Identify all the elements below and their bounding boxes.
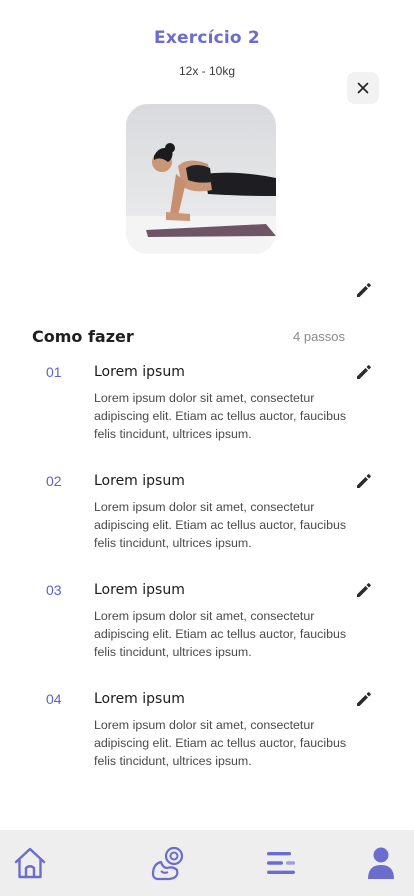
step-description: Lorem ipsum dolor sit amet, consectetur …	[94, 391, 347, 441]
close-button[interactable]	[347, 72, 379, 104]
step-title: Lorem ipsum	[94, 473, 185, 489]
list-item: 01 Lorem ipsum Lorem ipsum dolor sit ame…	[0, 364, 414, 464]
step-number: 04	[46, 691, 62, 707]
step-description: Lorem ipsum dolor sit amet, consectetur …	[94, 718, 347, 768]
workout-icon	[151, 846, 184, 881]
tab-menu[interactable]	[262, 844, 300, 882]
menu-icon	[267, 852, 295, 874]
close-icon	[357, 82, 369, 94]
tab-workout[interactable]	[149, 844, 187, 882]
tab-profile[interactable]	[362, 844, 400, 882]
step-title: Lorem ipsum	[94, 364, 185, 380]
step-number: 01	[46, 364, 62, 380]
step-title: Lorem ipsum	[94, 582, 185, 598]
tab-home[interactable]	[11, 844, 49, 882]
list-item: 04 Lorem ipsum Lorem ipsum dolor sit ame…	[0, 691, 414, 791]
steps-count: 4 passos	[293, 329, 346, 344]
list-item: 03 Lorem ipsum Lorem ipsum dolor sit ame…	[0, 582, 414, 682]
profile-icon	[368, 847, 394, 879]
pencil-icon[interactable]	[355, 281, 373, 299]
bottom-tab-bar	[0, 830, 414, 896]
step-number: 03	[46, 582, 62, 598]
step-number: 02	[46, 473, 62, 489]
step-title: Lorem ipsum	[94, 691, 185, 707]
pencil-icon[interactable]	[355, 581, 373, 599]
home-icon	[14, 847, 46, 879]
exercise-photo	[126, 104, 276, 254]
section-title: Como fazer	[32, 327, 134, 346]
step-description: Lorem ipsum dolor sit amet, consectetur …	[94, 609, 347, 659]
pencil-icon[interactable]	[355, 690, 373, 708]
pencil-icon[interactable]	[355, 472, 373, 490]
list-item: 02 Lorem ipsum Lorem ipsum dolor sit ame…	[0, 473, 414, 573]
step-description: Lorem ipsum dolor sit amet, consectetur …	[94, 500, 347, 550]
pencil-icon[interactable]	[355, 363, 373, 381]
page-title: Exercício 2	[154, 28, 260, 48]
